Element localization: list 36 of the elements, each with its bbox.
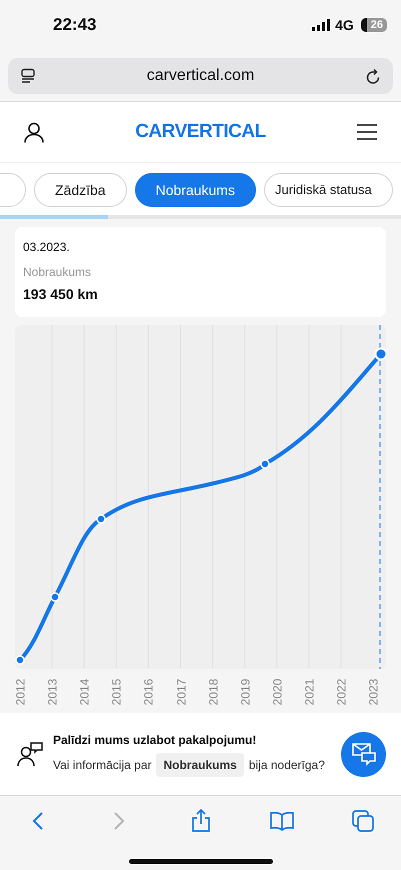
feedback-question: Vai informācija par [53,757,152,774]
axis-label: 2021 [301,678,318,706]
menu-icon[interactable] [356,124,377,140]
feedback-title: Palīdzi mums uzlabot pakalpojumu! [53,732,258,749]
mileage-label: Nobraukums [23,264,92,281]
axis-label: 2023 [365,678,382,706]
axis-label: 2016 [140,678,157,706]
axis-label: 2020 [269,678,286,706]
tab[interactable]: Juridiskā statusa [264,173,393,207]
signal-icon [312,19,330,31]
axis-label: 2013 [44,678,60,706]
user-icon[interactable] [24,122,44,142]
mail-chat-icon [350,742,376,766]
axis-label: 2012 [12,678,28,706]
battery-level: 26 [360,18,387,32]
url-text: carvertical.com [146,66,256,86]
axis-label: 2018 [204,678,221,706]
mileage-value: 193 450 km [23,285,99,304]
date-text: 03.2023. [23,239,71,256]
tab[interactable]: Nobraukums [134,173,256,207]
reload-icon[interactable] [365,68,381,84]
axis-label: 2019 [237,678,254,706]
axis-label: 2017 [172,678,189,706]
address-bar[interactable]: carvertical.com [8,58,393,94]
axis-label: 2014 [76,678,93,706]
status-time: 22:43 [53,14,96,36]
logo[interactable]: CARVERTICAL [135,118,266,146]
axis-label: 2015 [108,678,125,706]
tab[interactable]: Zādzība [34,173,127,207]
message-button[interactable] [341,732,386,776]
feedback-question: bija noderīga? [248,757,325,774]
topic-chip: Nobraukums [156,753,244,777]
network-type: 4G [335,16,354,34]
feedback-icon [17,741,43,767]
page-menu-icon[interactable] [20,68,36,84]
axis-label: 2022 [333,678,350,706]
